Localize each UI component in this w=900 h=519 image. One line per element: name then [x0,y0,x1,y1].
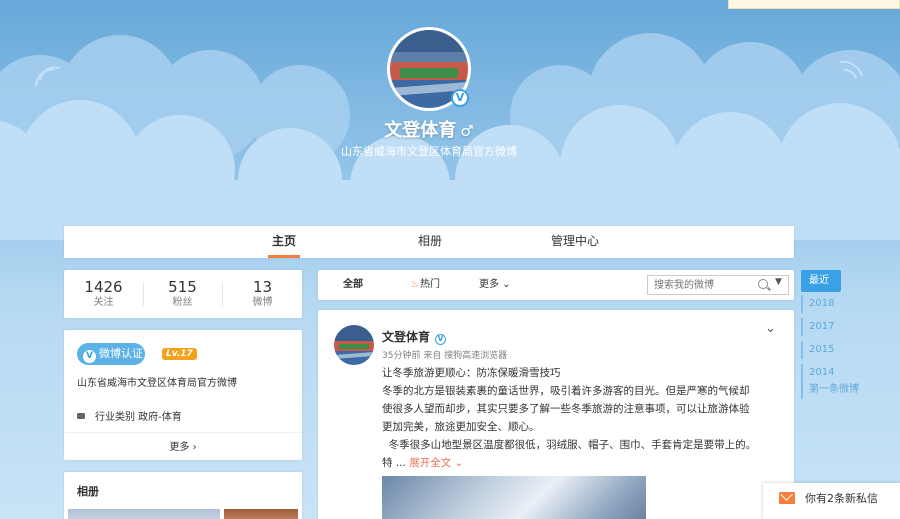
tab-management-center[interactable]: 管理中心 [549,226,601,258]
new-message-popup[interactable]: 你有2条新私信 [763,483,900,519]
post-text-truncated: 特 ... [382,457,410,469]
male-gender-icon: ♂ [460,122,474,140]
feed-post: 文登体育 V 35分钟前 来自 搜狗高速浏览器 ⌄ 让冬季旅游更顺心：防冻保暖滑雪… [318,310,794,519]
album-thumbnail[interactable] [68,509,220,519]
mail-icon [779,492,795,504]
industry-row: 行业类别 政府-体育 [77,408,182,423]
timeline-recent[interactable]: 最近 [801,270,841,292]
stat-followers-label: 粉丝 [172,297,193,308]
search-my-weibo-box: ▼ [647,275,789,295]
level-badge[interactable]: Lv.17 [162,348,197,360]
timeline-year[interactable]: 2015 [801,341,861,359]
profile-description: 山东省威海市文登区体育局官方微博 [341,145,517,158]
album-card: 相册 [64,472,302,519]
post-image[interactable] [382,476,646,519]
stat-following[interactable]: 1426 关注 [64,278,143,310]
info-more-link[interactable]: 更多 › [64,438,302,453]
tab-home[interactable]: 主页 [268,226,300,258]
stats-card: 1426 关注 515 粉丝 13 微博 [64,270,302,318]
album-title[interactable]: 相册 [77,483,99,499]
post-options-chevron-icon[interactable]: ⌄ [765,321,776,336]
briefcase-icon [77,413,85,419]
search-dropdown-caret-icon[interactable]: ▼ [775,277,782,287]
timeline-year[interactable]: 2014 [801,364,861,382]
verified-v-icon: V [435,334,447,345]
post-author-name[interactable]: 文登体育 [382,330,430,344]
search-icon[interactable] [758,279,768,289]
weibo-verify-button[interactable]: V 微博认证 [77,343,145,365]
profile-avatar[interactable]: V [387,27,471,111]
timeline-year[interactable]: 2017 [801,318,861,336]
expand-full-text-link[interactable]: 展开全文 ⌄ [409,457,463,469]
stat-followers-count: 515 [168,278,197,296]
stat-posts[interactable]: 13 微博 [223,278,302,310]
post-text-line: 冬季的北方是银装素裹的童话世界，吸引着许多游客的目光。但是严寒的气候却 [382,385,750,397]
feed-tab-all[interactable]: 全部 [343,270,363,300]
profile-nav-bar: 主页 相册 管理中心 [64,226,794,258]
search-my-weibo-input[interactable] [648,276,753,294]
new-message-text: 你有2条新私信 [805,492,878,505]
timeline-first-post[interactable]: 第一条微博 [801,381,861,399]
industry-text: 行业类别 政府-体育 [95,412,182,423]
profile-info-card: V 微博认证 Lv.17 山东省威海市文登区体育局官方微博 行业类别 政府-体育 … [64,330,302,460]
post-content: 让冬季旅游更顺心：防冻保暖滑雪技巧 冬季的北方是银装素裹的童话世界，吸引着许多游… [382,364,778,472]
stat-following-label: 关注 [93,297,114,308]
profile-name-row: 文登体育 ♂ [0,116,858,142]
profile-name: 文登体育 [384,120,457,141]
verified-v-icon: V [83,350,96,363]
stat-followers[interactable]: 515 粉丝 [143,278,222,310]
post-text-line: 让冬季旅游更顺心：防冻保暖滑雪技巧 [382,367,561,379]
verify-description: 山东省威海市文登区体育局官方微博 [77,378,237,389]
tab-album[interactable]: 相册 [414,226,446,258]
top-notice-strip [728,0,900,9]
fire-icon: ♨ [410,279,419,290]
verified-badge-icon: V [451,89,469,107]
post-author-avatar[interactable] [334,325,374,365]
post-text-line-last: 特 ... 展开全文 ⌄ [382,454,778,472]
stat-posts-label: 微博 [252,297,273,308]
feed-tab-more[interactable]: 更多 ⌄ [479,270,511,300]
feed-tab-hot[interactable]: ♨热门 [410,270,440,300]
album-thumbnail[interactable] [224,509,298,519]
post-text-line: 冬季很多山地型景区温度都很低，羽绒服、帽子、围巾、手套肯定是要带上的。 [382,439,757,451]
post-text-line: 更加完美，旅途更加安全、顺心。 [382,421,540,433]
feed-filter-bar: 全部 ♨热门 更多 ⌄ ▼ [318,270,794,300]
info-divider [64,432,302,433]
timeline-year[interactable]: 2018 [801,295,861,313]
post-text-line: 使很多人望而却步，其实只要多了解一些冬季旅游的注意事项，可以让旅游体验 [382,403,750,415]
stat-posts-count: 13 [252,278,273,296]
post-author-row: 文登体育 V [382,328,447,345]
verify-label: 微博认证 [99,347,143,360]
stat-following-count: 1426 [84,278,123,296]
post-meta: 35分钟前 来自 搜狗高速浏览器 [382,351,508,361]
feed-tab-hot-label: 热门 [419,279,440,290]
